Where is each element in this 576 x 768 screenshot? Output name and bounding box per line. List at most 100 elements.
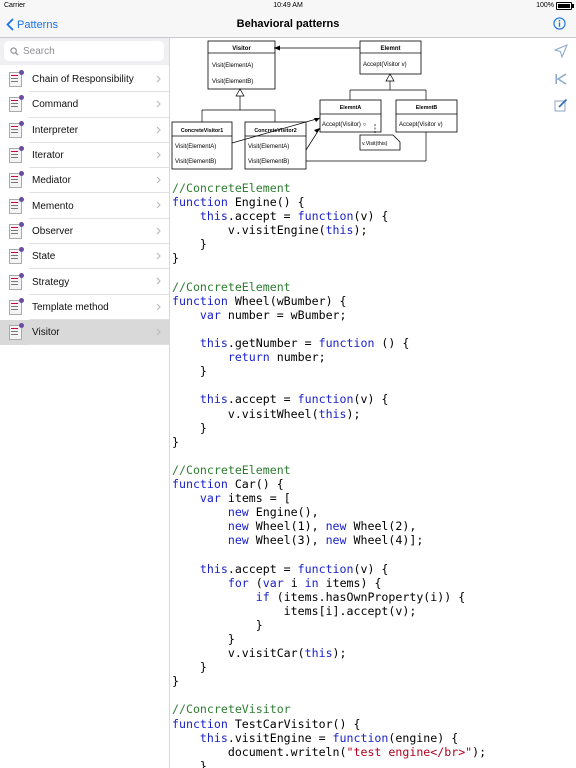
- code-token: Wheel(1),: [248, 519, 326, 534]
- code-token: (v) {: [353, 561, 389, 576]
- code-token: function: [172, 293, 228, 308]
- code-token: i: [283, 575, 305, 590]
- code-token: );: [472, 744, 487, 759]
- uml-element-a-op: Accept(Visitor) ○: [322, 122, 367, 128]
- sidebar-item-label: Visitor: [32, 327, 60, 339]
- code-token: var: [262, 575, 284, 590]
- navigation-bar: Patterns Behavioral patterns: [0, 12, 576, 38]
- sidebar-item-observer[interactable]: Observer: [0, 219, 169, 245]
- code-line: v.visitEngine(this);: [172, 223, 567, 237]
- uml-cv2-name: ConcreteVisitor2: [254, 128, 296, 134]
- sidebar-item-state[interactable]: State: [0, 244, 169, 270]
- code-line: function Wheel(wBumber) {: [172, 294, 567, 308]
- code-token: this: [325, 223, 354, 238]
- code-token: function: [172, 716, 228, 731]
- code-token: v.visitEngine(: [172, 223, 326, 238]
- code-doc-icon: [9, 221, 24, 239]
- code-token: Car() {: [227, 476, 284, 491]
- pattern-list: Chain of Responsibility Command Interpre…: [0, 67, 169, 346]
- sidebar-item-iterator[interactable]: Iterator: [0, 143, 169, 169]
- code-token: .visitEngine =: [227, 730, 333, 745]
- code-token: items[i].accept(v);: [172, 603, 417, 618]
- uml-cv1-name: ConcreteVisitor1: [181, 128, 223, 134]
- code-token: //ConcreteElement: [172, 462, 291, 477]
- code-token: }: [172, 758, 207, 768]
- code-token: "test engine</br>": [346, 744, 473, 759]
- code-line: function TestCarVisitor() {: [172, 717, 567, 731]
- battery-icon: [556, 2, 574, 10]
- code-doc-icon: [9, 171, 24, 189]
- chevron-right-icon: [156, 75, 161, 83]
- search-input[interactable]: Search: [4, 41, 164, 61]
- code-line: var items = [: [172, 491, 567, 505]
- code-line: }: [172, 364, 567, 378]
- code-line: }: [172, 674, 567, 688]
- chevron-right-icon: [156, 252, 161, 260]
- code-token: var: [199, 491, 221, 506]
- sidebar: Search Chain of Responsibility Command I…: [0, 38, 170, 768]
- code-token: .getNumber =: [227, 336, 319, 351]
- code-token: .accept =: [227, 561, 298, 576]
- code-doc-icon: [9, 70, 24, 88]
- code-line: function Engine() {: [172, 195, 567, 209]
- code-token: v.visitWheel(: [172, 406, 319, 421]
- code-line: }: [172, 618, 567, 632]
- sidebar-item-strategy[interactable]: Strategy: [0, 269, 169, 295]
- code-token: if: [255, 589, 270, 604]
- search-placeholder: Search: [23, 45, 55, 57]
- code-line: for (var i in items) {: [172, 576, 567, 590]
- sidebar-item-label: Strategy: [32, 276, 70, 288]
- code-doc-icon: [9, 272, 24, 290]
- uml-cv1-op: Visit(ElementA): [175, 144, 216, 150]
- code-token: function: [172, 195, 228, 210]
- battery-percent: 100%: [536, 2, 554, 9]
- code-token: .accept =: [227, 392, 298, 407]
- sidebar-item-mediator[interactable]: Mediator: [0, 168, 169, 194]
- code-token: );: [346, 406, 361, 421]
- code-token: this: [199, 730, 228, 745]
- sidebar-item-label: Observer: [32, 225, 74, 237]
- code-line: document.writeln("test engine</br>");: [172, 745, 567, 759]
- code-token: () {: [374, 336, 410, 351]
- sidebar-item-label: Template method: [32, 301, 109, 313]
- code-view: //ConcreteElement function Engine() { thi…: [172, 181, 567, 768]
- sidebar-item-label: Mediator: [32, 175, 71, 187]
- sidebar-item-memento[interactable]: Memento: [0, 193, 169, 220]
- sidebar-item-visitor[interactable]: Visitor: [0, 319, 169, 346]
- code-line: }: [172, 759, 567, 768]
- page-title: Behavioral patterns: [236, 18, 340, 30]
- code-token: (items.hasOwnProperty(i)) {: [269, 589, 466, 604]
- code-doc-icon: [9, 196, 24, 214]
- code-token: Wheel(2),: [346, 519, 417, 534]
- chevron-right-icon: [156, 277, 161, 285]
- sidebar-item-template-method[interactable]: Template method: [0, 295, 169, 321]
- uml-visitor-op: Visit(ElementB): [212, 79, 253, 85]
- code-doc-icon: [9, 297, 24, 315]
- code-token: }: [172, 660, 207, 675]
- code-line: //ConcreteElement: [172, 280, 567, 294]
- code-token: (engine) {: [388, 730, 459, 745]
- sidebar-item-chain-of-responsibility[interactable]: Chain of Responsibility: [0, 67, 169, 93]
- uml-note: v.Visit(this): [362, 141, 388, 147]
- sidebar-item-interpreter[interactable]: Interpreter: [0, 118, 169, 144]
- sidebar-item-command[interactable]: Command: [0, 92, 169, 118]
- chevron-right-icon: [156, 176, 161, 184]
- code-token: Engine() {: [227, 195, 305, 210]
- code-token: var: [199, 307, 221, 322]
- code-line: this.accept = function(v) {: [172, 209, 567, 223]
- code-token: (v) {: [353, 392, 389, 407]
- code-line: }: [172, 435, 567, 449]
- search-icon: [10, 46, 19, 56]
- code-token: }: [172, 251, 179, 266]
- code-token: }: [172, 617, 263, 632]
- code-token: //ConcreteVisitor: [172, 702, 291, 717]
- code-line: items[i].accept(v);: [172, 604, 567, 618]
- info-icon[interactable]: [553, 17, 566, 30]
